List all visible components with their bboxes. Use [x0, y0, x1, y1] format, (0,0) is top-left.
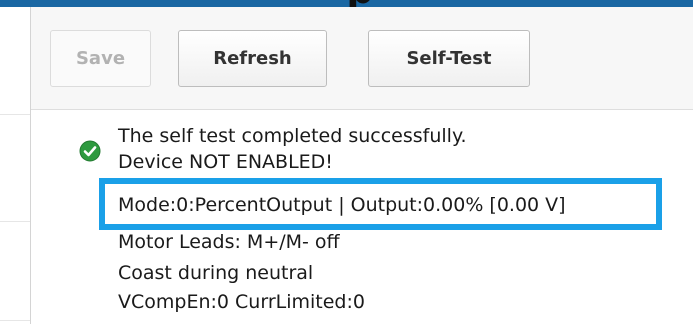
gutter-divider: [0, 221, 30, 222]
gutter-divider: [0, 320, 30, 321]
self-test-button[interactable]: Self-Test: [368, 30, 530, 87]
status-line-enabled: Device NOT ENABLED!: [118, 151, 333, 173]
status-line-flags: VCompEn:0 CurrLimited:0: [118, 291, 365, 313]
self-test-results: The self test completed successfully. De…: [31, 110, 693, 324]
left-gutter: [0, 7, 30, 324]
status-line-neutral-mode: Coast during neutral: [118, 262, 314, 284]
refresh-button[interactable]: Refresh: [178, 30, 327, 87]
status-line-result: The self test completed successfully.: [118, 125, 467, 147]
self-test-page: p Save Refresh Self-Test The self test c…: [0, 0, 693, 324]
self-test-panel: Save Refresh Self-Test The self test com…: [30, 7, 693, 324]
save-button[interactable]: Save: [50, 30, 151, 87]
toolbar: Save Refresh Self-Test: [31, 7, 693, 110]
check-circle-icon: [79, 140, 101, 162]
status-line-mode-output: Mode:0:PercentOutput | Output:0.00% [0.0…: [118, 194, 566, 216]
status-line-motor-leads: Motor Leads: M+/M- off: [118, 231, 340, 253]
gutter-divider: [0, 114, 30, 115]
